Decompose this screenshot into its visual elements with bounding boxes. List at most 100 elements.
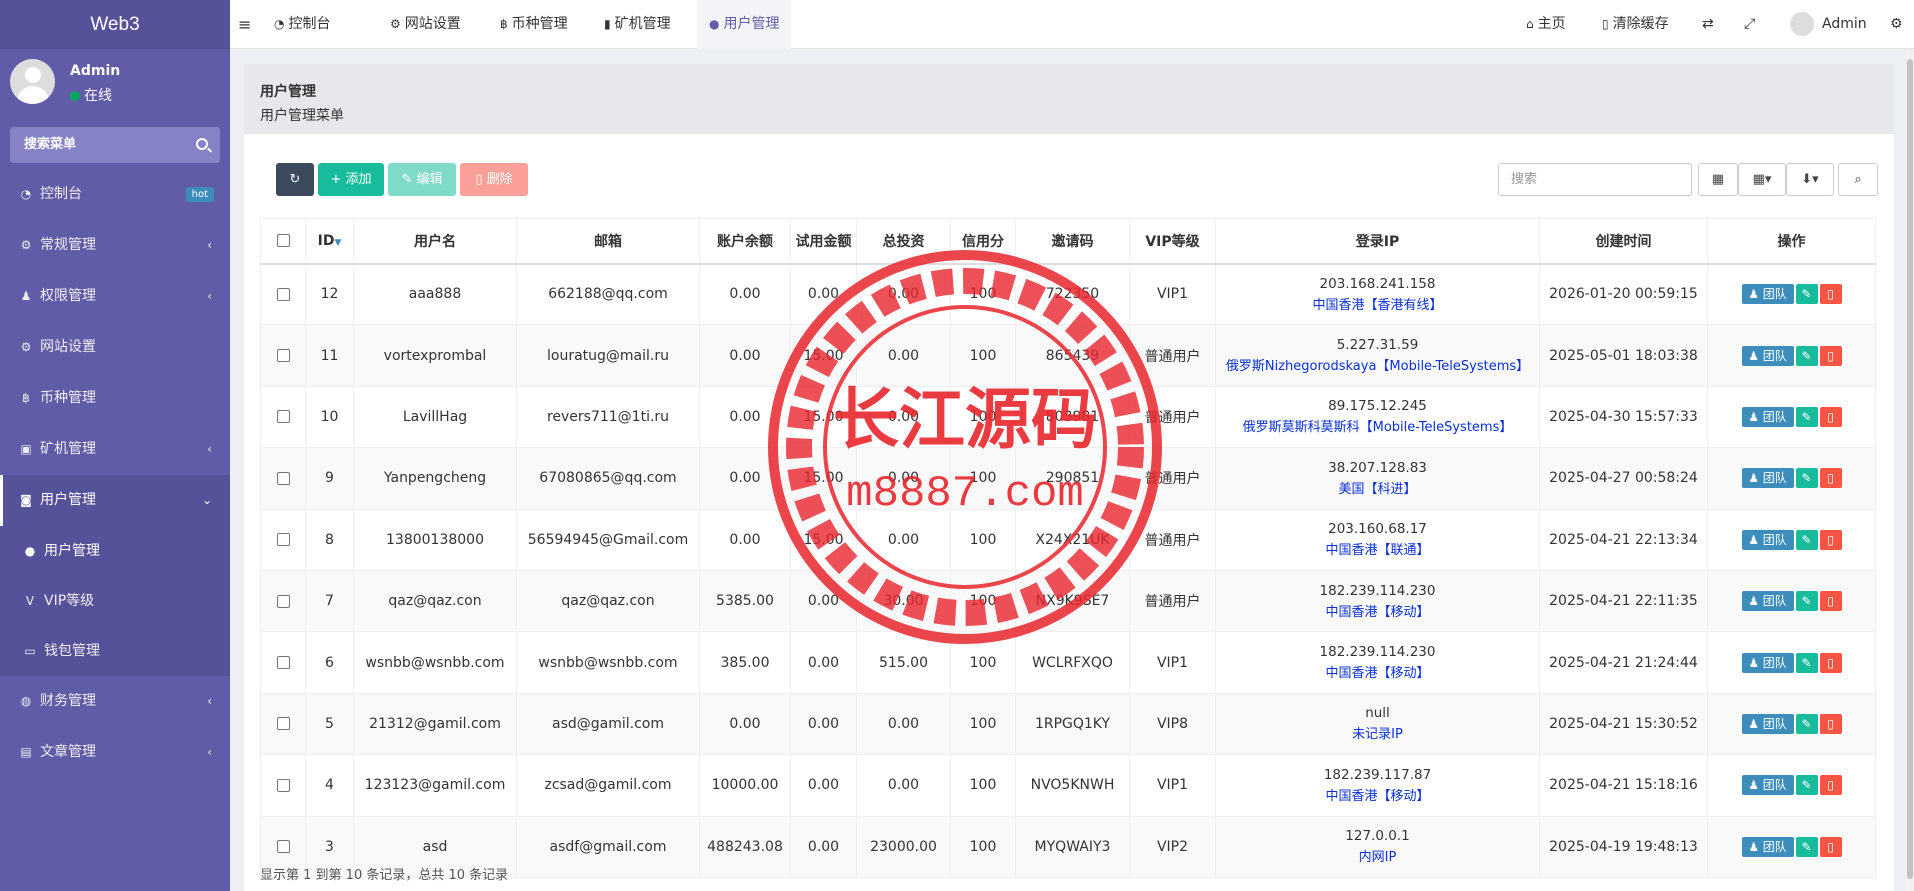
brand-logo[interactable]: Web3 [0,0,230,49]
table-search-input[interactable]: 搜索 [1498,163,1692,196]
sidebar-item-articles[interactable]: ▤ 文章管理 ‹ [0,727,230,778]
edit-row-button[interactable]: ✎ [1795,345,1818,366]
column-header: 创建时间 [1539,218,1708,265]
tab-coins[interactable]: ฿币种管理 [488,0,580,49]
cell-email: 56594945@Gmail.com [516,508,700,571]
sidebar-item-users[interactable]: ◙ 用户管理 ⌄ [0,475,230,526]
row-checkbox[interactable] [260,631,306,694]
select-all-checkbox[interactable] [260,218,306,265]
cell-vip: 普通用户 [1129,324,1216,387]
edit-row-button[interactable]: ✎ [1795,284,1818,305]
menu-search-input[interactable]: 搜索菜单 [10,127,220,163]
row-checkbox[interactable] [260,447,306,510]
clear-cache-button[interactable]: ▯ 清除缓存 [1590,0,1681,49]
tab-dashboard[interactable]: ◔ 控制台 [262,0,342,49]
columns-dropdown[interactable]: ▦▾ [1738,163,1786,196]
search-icon[interactable] [196,138,208,150]
row-checkbox[interactable] [260,569,306,633]
avatar [10,59,55,104]
row-checkbox[interactable] [260,692,306,756]
row-checkbox[interactable] [260,754,306,817]
edit-row-button[interactable]: ✎ [1795,406,1818,427]
sidebar-item-general[interactable]: ⚙ 常规管理 ‹ [0,220,230,271]
sidebar-item-dashboard[interactable]: ◔ 控制台 hot [0,169,230,220]
edit-row-button[interactable]: ✎ [1795,591,1818,612]
cell-credit: 100 [950,385,1016,449]
edit-row-button[interactable]: ✎ [1795,713,1818,734]
edit-row-button[interactable]: ✎ [1795,652,1818,673]
team-button[interactable]: ♟ 团队 [1741,836,1794,857]
delete-row-button[interactable]: ▯ [1819,652,1842,673]
home-link[interactable]: ⌂ 主页 [1514,0,1578,49]
cell-email: revers711@1ti.ru [516,385,700,449]
user-icon: ● [709,17,720,31]
cell-login-ip: 38.207.128.83 美国【科进】 [1215,447,1540,510]
team-button[interactable]: ♟ 团队 [1741,406,1794,427]
sidebar-subitem-users[interactable]: ● 用户管理 [0,526,230,576]
refresh-button[interactable]: ↻ [276,163,314,196]
advanced-search-button[interactable]: ⌕ [1838,163,1878,196]
tab-users[interactable]: ● 用户管理 [697,0,792,49]
edit-row-button[interactable]: ✎ [1795,468,1818,489]
delete-row-button[interactable]: ▯ [1819,836,1842,857]
team-button[interactable]: ♟ 团队 [1741,591,1794,612]
translate-icon[interactable]: ⇄ [1690,0,1726,49]
delete-row-button[interactable]: ▯ [1819,406,1842,427]
delete-row-button[interactable]: ▯ [1819,775,1842,796]
sidebar-subitem-vip[interactable]: V VIP等级 [0,576,230,626]
page-scrollbar[interactable] [1906,49,1914,891]
table-row: 6 wsnbb@wsnbb.com wsnbb@wsnbb.com 385.00 0.0… [260,631,1876,694]
edit-row-button[interactable]: ✎ [1795,836,1818,857]
menu-toggle-icon[interactable]: ≡ [230,0,262,49]
ip-location: 美国【科进】 [1338,481,1417,497]
delete-row-button[interactable]: ▯ [1819,713,1842,734]
cell-actions: ♟ 团队 ✎ ▯ [1707,508,1876,571]
edit-row-button[interactable]: ✎ [1795,529,1818,550]
delete-row-button[interactable]: ▯ [1819,345,1842,366]
sidebar-item-finance[interactable]: ◍ 财务管理 ‹ [0,676,230,727]
tab-site-settings[interactable]: ⚙ 网站设置 [378,0,473,49]
team-button[interactable]: ♟ 团队 [1741,713,1794,734]
sidebar-item-coins[interactable]: ฿币种管理 [0,373,230,424]
team-button[interactable]: ♟ 团队 [1741,529,1794,550]
delete-button[interactable]: ▯ 删除 [460,163,528,196]
cell-invite-code: NVO5KNWH [1015,754,1130,817]
delete-row-button[interactable]: ▯ [1819,284,1842,305]
fullscreen-icon[interactable]: ⤢ [1732,0,1767,49]
admin-menu[interactable]: Admin [1778,0,1879,49]
trash-icon: ▯ [1827,471,1834,486]
add-button[interactable]: + 添加 [318,163,384,196]
delete-row-button[interactable]: ▯ [1819,529,1842,550]
sidebar-item-miners[interactable]: ▣ 矿机管理 ‹ [0,424,230,475]
row-checkbox[interactable] [260,262,306,326]
cell-invite-code: 1RPGQ1KY [1015,692,1130,756]
sidebar-item-permission[interactable]: ♟ 权限管理 ‹ [0,271,230,322]
delete-row-button[interactable]: ▯ [1819,468,1842,489]
row-checkbox[interactable] [260,508,306,571]
instagram-icon: ◙ [20,493,32,507]
row-checkbox[interactable] [260,324,306,387]
cell-balance: 0.00 [699,692,791,756]
settings-gear-icon[interactable]: ⚙ [1878,0,1914,49]
edit-row-button[interactable]: ✎ [1795,775,1818,796]
tab-miners[interactable]: ▮ 矿机管理 [592,0,683,49]
export-dropdown[interactable]: ⬇▾ [1786,163,1834,196]
row-checkbox[interactable] [260,385,306,449]
cell-id: 9 [305,447,354,510]
ip-location: 俄罗斯Nizhegorodskaya【Mobile-TeleSystems】 [1225,359,1530,375]
cell-id: 6 [305,631,354,694]
team-button[interactable]: ♟ 团队 [1741,775,1794,796]
team-button[interactable]: ♟ 团队 [1741,652,1794,673]
cell-actions: ♟ 团队 ✎ ▯ [1707,324,1876,387]
sidebar-subitem-wallet[interactable]: ▭ 钱包管理 [0,626,230,676]
team-button[interactable]: ♟ 团队 [1741,345,1794,366]
pencil-icon: ✎ [1801,716,1812,731]
sidebar-item-site-settings[interactable]: ⚙ 网站设置 [0,322,230,373]
delete-row-button[interactable]: ▯ [1819,591,1842,612]
team-button[interactable]: ♟ 团队 [1741,284,1794,305]
team-button[interactable]: ♟ 团队 [1741,468,1794,489]
sort-icon[interactable]: ▼ [334,238,341,248]
toggle-view-button[interactable]: ▦ [1698,163,1738,196]
column-header[interactable]: ID▼ [305,218,354,265]
edit-button[interactable]: ✎ 编辑 [388,163,456,196]
